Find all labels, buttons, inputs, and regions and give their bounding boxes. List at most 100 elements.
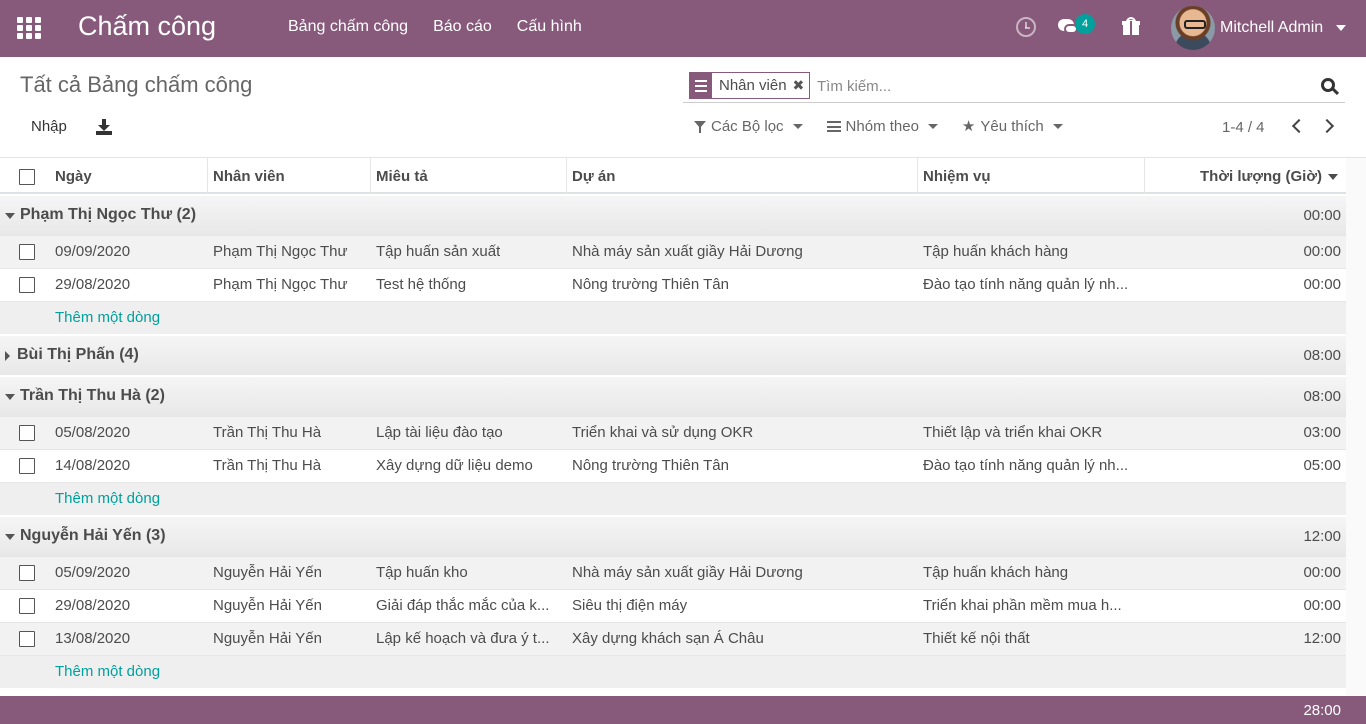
group-row[interactable]: Phạm Thị Ngọc Thư (2) 00:00 [0, 194, 1346, 235]
row-checkbox[interactable] [19, 458, 35, 474]
pager-previous-icon[interactable] [1291, 118, 1307, 134]
row-checkbox[interactable] [19, 565, 35, 581]
remove-facet-icon[interactable]: ✖ [793, 77, 810, 94]
table-cell[interactable]: Nguyễn Hải Yến [213, 630, 322, 647]
groupby-dropdown[interactable]: Nhóm theo [826, 118, 938, 135]
select-all-checkbox[interactable] [19, 169, 35, 185]
duration-cell[interactable]: 00:00 [1303, 276, 1341, 293]
menu-item-reporting[interactable]: Báo cáo [433, 18, 492, 36]
top-navbar: Chấm công Bảng chấm công Báo cáo Cấu hìn… [0, 0, 1366, 57]
table-cell[interactable]: Nguyễn Hải Yến [213, 564, 322, 581]
user-menu-caret-icon[interactable] [1336, 25, 1346, 31]
table-cell[interactable]: Đào tạo tính năng quản lý nh... [923, 457, 1128, 474]
row-checkbox[interactable] [19, 244, 35, 260]
filters-dropdown[interactable]: Các Bộ lọc [694, 118, 803, 135]
table-cell[interactable]: 14/08/2020 [55, 457, 130, 474]
group-row[interactable]: Nguyễn Hải Yến (3) 12:00 [0, 515, 1346, 556]
table-cell[interactable]: Tập huấn sản xuất [376, 243, 500, 260]
column-header-task[interactable]: Nhiệm vụ [918, 158, 1145, 194]
column-header-date[interactable]: Ngày [50, 158, 208, 194]
table-cell[interactable]: 05/09/2020 [55, 564, 130, 581]
table-cell[interactable]: Xây dựng khách sạn Á Châu [572, 630, 764, 647]
duration-cell[interactable]: 00:00 [1303, 564, 1341, 581]
apps-menu-icon[interactable] [17, 17, 41, 39]
table-row[interactable]: 13/08/2020 Nguyễn Hải Yến Lập kế hoạch và … [0, 622, 1346, 655]
duration-cell[interactable]: 00:00 [1303, 597, 1341, 614]
table-cell[interactable]: Nông trường Thiên Tân [572, 276, 729, 293]
table-cell[interactable]: Phạm Thị Ngọc Thư [213, 276, 348, 293]
user-name[interactable]: Mitchell Admin [1220, 19, 1323, 37]
table-cell[interactable]: Lập kế hoạch và đưa ý t... [376, 630, 549, 647]
activity-clock-icon[interactable] [1016, 17, 1036, 37]
table-cell[interactable]: 13/08/2020 [55, 630, 130, 647]
group-row[interactable]: Trần Thị Thu Hà (2) 08:00 [0, 375, 1346, 416]
app-title[interactable]: Chấm công [78, 11, 216, 42]
table-cell[interactable]: Nguyễn Hải Yến [213, 597, 322, 614]
add-line-row: Thêm một dòng [0, 301, 1346, 334]
table-row[interactable]: 05/09/2020 Nguyễn Hải Yến Tập huấn kho Nhà … [0, 556, 1346, 589]
table-cell[interactable]: Giải đáp thắc mắc của k... [376, 597, 549, 614]
group-row[interactable]: Bùi Thị Phấn (4) 08:00 [0, 334, 1346, 375]
pager-value[interactable]: 1-4 / 4 [1222, 119, 1265, 136]
row-checkbox[interactable] [19, 425, 35, 441]
table-cell[interactable]: Thiết lập và triển khai OKR [923, 424, 1102, 441]
menu-item-timesheets[interactable]: Bảng chấm công [288, 18, 408, 36]
table-cell[interactable]: Lập tài liệu đào tạo [376, 424, 503, 441]
add-line-link[interactable]: Thêm một dòng [55, 309, 160, 326]
table-cell[interactable]: Tập huấn khách hàng [923, 564, 1068, 581]
table-cell[interactable]: Thiết kế nội thất [923, 630, 1030, 647]
table-cell[interactable]: 29/08/2020 [55, 276, 130, 293]
table-cell[interactable]: Phạm Thị Ngọc Thư [213, 243, 348, 260]
table-cell[interactable]: Trần Thị Thu Hà [213, 457, 321, 474]
gift-icon[interactable] [1122, 17, 1140, 35]
table-cell[interactable]: Đào tạo tính năng quản lý nh... [923, 276, 1128, 293]
add-line-link[interactable]: Thêm một dòng [55, 490, 160, 507]
table-cell[interactable]: 09/09/2020 [55, 243, 130, 260]
menu-item-configuration[interactable]: Cấu hình [517, 18, 582, 36]
column-header-description[interactable]: Miêu tả [371, 158, 567, 194]
duration-cell[interactable]: 03:00 [1303, 424, 1341, 441]
table-cell[interactable]: Trần Thị Thu Hà [213, 424, 321, 441]
favorites-dropdown[interactable]: ★ Yêu thích [962, 118, 1063, 135]
table-cell[interactable]: Triển khai phần mềm mua h... [923, 597, 1122, 614]
search-icon[interactable] [1321, 78, 1340, 96]
duration-cell[interactable]: 12:00 [1303, 630, 1341, 647]
group-total: 12:00 [1303, 528, 1341, 545]
table-cell[interactable]: 05/08/2020 [55, 424, 130, 441]
table-cell[interactable]: Test hệ thống [376, 276, 466, 293]
import-button[interactable]: Nhập [31, 118, 67, 135]
table-row[interactable]: 29/08/2020 Nguyễn Hải Yến Giải đáp thắc mắ… [0, 589, 1346, 622]
row-checkbox[interactable] [19, 598, 35, 614]
table-cell[interactable]: Nhà máy sản xuất giầy Hải Dương [572, 564, 803, 581]
column-header-employee[interactable]: Nhân viên [208, 158, 371, 194]
user-avatar[interactable] [1171, 6, 1215, 50]
table-header: Ngày Nhân viên Miêu tả Dự án Nhiệm vụ Th… [0, 158, 1346, 194]
scrollbar[interactable] [1346, 158, 1366, 696]
table-cell[interactable]: Triển khai và sử dụng OKR [572, 424, 753, 441]
table-cell[interactable]: Tập huấn khách hàng [923, 243, 1068, 260]
table-cell[interactable]: Tập huấn kho [376, 564, 468, 581]
table-cell[interactable]: Nhà máy sản xuất giầy Hải Dương [572, 243, 803, 260]
pager-next-icon[interactable] [1319, 118, 1335, 134]
table-cell[interactable]: Nông trường Thiên Tân [572, 457, 729, 474]
table-row[interactable]: 05/08/2020 Trần Thị Thu Hà Lập tài liệu đà… [0, 416, 1346, 449]
column-header-duration[interactable]: Thời lượng (Giờ) [1145, 158, 1346, 194]
table-cell[interactable]: Xây dựng dữ liệu demo [376, 457, 533, 474]
table-row[interactable]: 29/08/2020 Phạm Thị Ngọc Thư Test hệ thống… [0, 268, 1346, 301]
download-icon[interactable] [96, 119, 112, 135]
add-line-link[interactable]: Thêm một dòng [55, 663, 160, 680]
row-checkbox[interactable] [19, 631, 35, 647]
search-bar: Nhân viên ✖ [683, 70, 1345, 103]
table-cell[interactable]: Siêu thị điện máy [572, 597, 687, 614]
page-title: Tất cả Bảng chấm công [20, 72, 253, 97]
table-cell[interactable]: 29/08/2020 [55, 597, 130, 614]
group-name: Bùi Thị Phấn (4) [17, 346, 139, 363]
table-row[interactable]: 09/09/2020 Phạm Thị Ngọc Thư Tập huấn sản … [0, 235, 1346, 268]
duration-cell[interactable]: 00:00 [1303, 243, 1341, 260]
row-checkbox[interactable] [19, 277, 35, 293]
duration-cell[interactable]: 05:00 [1303, 457, 1341, 474]
table-row[interactable]: 14/08/2020 Trần Thị Thu Hà Xây dựng dữ liệ… [0, 449, 1346, 482]
search-facet-groupby[interactable]: Nhân viên ✖ [689, 72, 811, 99]
search-input[interactable] [817, 75, 1297, 97]
column-header-project[interactable]: Dự án [567, 158, 918, 194]
